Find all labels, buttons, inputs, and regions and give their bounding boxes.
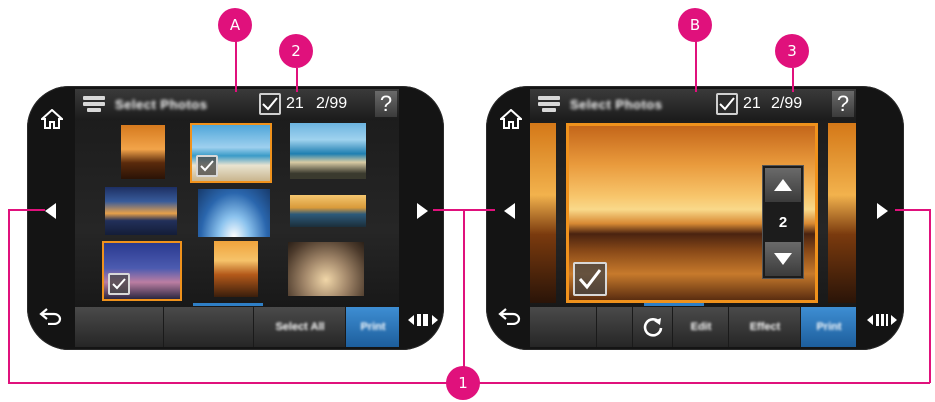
thumbnail-2-selected[interactable] [190, 123, 272, 183]
select-checkbox[interactable] [259, 93, 281, 115]
select-all-button[interactable]: Select All [253, 307, 346, 347]
previous-photo-preview[interactable] [530, 123, 556, 303]
thumbnail-9[interactable] [288, 242, 364, 296]
callout-b: B [678, 8, 712, 42]
photo-position: 2/99 [771, 95, 803, 112]
callout-line-1-right [895, 209, 930, 211]
thumbnail-check [196, 155, 218, 177]
rotate-icon [643, 318, 663, 337]
toolbar-slot-2[interactable] [596, 307, 633, 347]
left-arrow-icon [504, 203, 515, 219]
help-button[interactable]: ? [375, 91, 397, 117]
home-icon [500, 109, 522, 129]
increase-copies-button[interactable] [765, 168, 801, 202]
thumbnail-3[interactable] [290, 123, 366, 179]
device-single-photo-view: Select Photos 21 2/99 ? 2 Edit Effect Pr… [486, 86, 904, 350]
previous-button[interactable] [39, 198, 63, 224]
callout-line-a [235, 40, 237, 92]
title-bar: Select Photos 21 2/99 ? [75, 89, 399, 119]
page-title: Select Photos [570, 96, 663, 112]
callout-3: 3 [775, 34, 809, 68]
left-arrow-icon [45, 203, 56, 219]
check-icon [112, 278, 126, 290]
back-icon [39, 308, 62, 325]
thumbnail-check [108, 273, 130, 295]
scroll-progress [644, 303, 704, 306]
single-photo-screen: Select Photos 21 2/99 ? 2 Edit Effect Pr… [530, 89, 856, 347]
scroll-button[interactable] [407, 310, 439, 330]
thumbnail-8[interactable] [214, 241, 258, 297]
check-icon [200, 160, 214, 172]
next-photo-preview[interactable] [828, 123, 856, 303]
callout-line-two [296, 68, 298, 92]
thumbnail-4[interactable] [105, 187, 177, 235]
printer-icon [83, 96, 105, 112]
home-button[interactable] [37, 106, 67, 132]
bottom-toolbar: Edit Effect Print [530, 307, 856, 347]
next-button[interactable] [410, 198, 434, 224]
down-arrow-icon [774, 253, 792, 265]
up-arrow-icon [774, 179, 792, 191]
scroll-icon [408, 314, 438, 326]
check-icon [719, 97, 735, 111]
toolbar-slot-2[interactable] [163, 307, 254, 347]
back-icon [498, 308, 521, 325]
callout-a: A [218, 8, 252, 42]
check-icon [262, 97, 278, 111]
right-arrow-icon [417, 203, 428, 219]
scroll-progress [193, 303, 263, 306]
effect-button[interactable]: Effect [728, 307, 801, 347]
photo-check[interactable] [573, 262, 607, 296]
back-button[interactable] [496, 304, 524, 328]
thumbnail-7-selected[interactable] [102, 241, 182, 301]
callout-line-b [695, 40, 697, 92]
rotate-button[interactable] [632, 307, 673, 347]
callout-line-1-mid-down [463, 209, 465, 383]
next-button[interactable] [870, 198, 894, 224]
home-button[interactable] [496, 106, 526, 132]
thumbnail-5[interactable] [198, 189, 270, 237]
toolbar-slot-1[interactable] [75, 307, 163, 347]
help-icon: ? [379, 91, 393, 116]
printer-icon [538, 96, 560, 112]
previous-button[interactable] [498, 198, 522, 224]
copies-value: 2 [778, 213, 788, 231]
scroll-icon [867, 314, 897, 326]
callout-line-1-left-down [8, 209, 10, 383]
decrease-copies-button[interactable] [765, 242, 801, 276]
print-button[interactable]: Print [345, 307, 399, 347]
selected-count: 21 [743, 95, 761, 112]
selected-count: 21 [286, 95, 304, 112]
thumbnail-screen: Select Photos 21 2/99 ? Select All Print [75, 89, 399, 347]
edit-button[interactable]: Edit [672, 307, 729, 347]
callout-line-1-right-down [929, 209, 931, 383]
print-button[interactable]: Print [800, 307, 856, 347]
title-bar: Select Photos 21 2/99 ? [530, 89, 856, 119]
scroll-button[interactable] [866, 310, 898, 330]
device-thumbnail-view: Select Photos 21 2/99 ? Select All Print [27, 86, 444, 350]
callout-2: 2 [279, 34, 313, 68]
callout-line-three [792, 68, 794, 92]
callout-1: 1 [446, 366, 480, 400]
callout-line-1-left [8, 209, 45, 211]
right-arrow-icon [877, 203, 888, 219]
check-icon [578, 269, 602, 290]
page-title: Select Photos [115, 96, 208, 112]
help-button[interactable]: ? [832, 91, 854, 117]
copies-stepper: 2 [762, 165, 804, 279]
thumbnail-6[interactable] [290, 195, 366, 227]
bottom-toolbar: Select All Print [75, 307, 399, 347]
thumbnail-1[interactable] [121, 125, 165, 179]
home-icon [41, 109, 63, 129]
photo-position: 2/99 [316, 95, 348, 112]
back-button[interactable] [37, 304, 65, 328]
select-checkbox[interactable] [716, 93, 738, 115]
toolbar-slot-1[interactable] [530, 307, 596, 347]
help-icon: ? [836, 91, 850, 116]
